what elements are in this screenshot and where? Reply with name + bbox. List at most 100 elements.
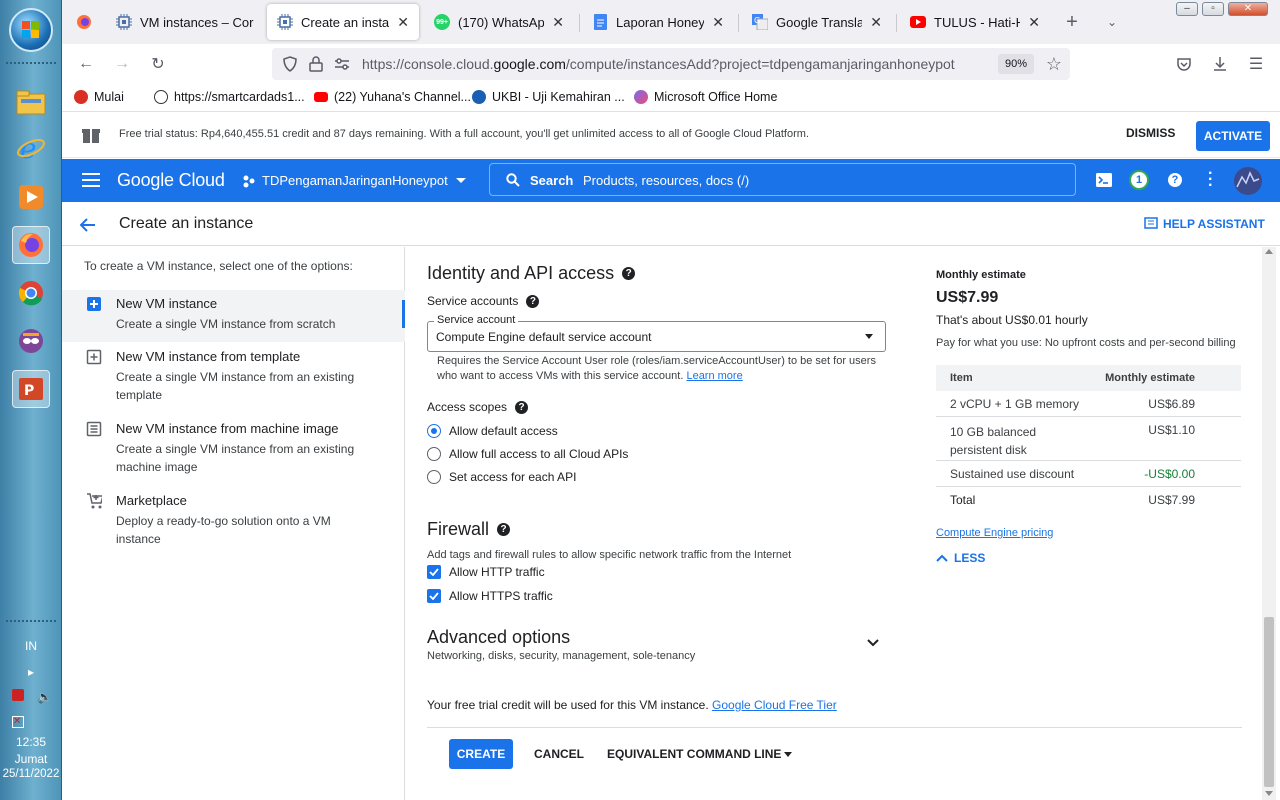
page-scrollbar[interactable] xyxy=(1262,247,1276,800)
learn-more-link[interactable]: Learn more xyxy=(686,370,742,382)
help-icon[interactable]: ? xyxy=(622,267,636,280)
tab-laporan-honeypot[interactable]: Laporan Honeypot ✕ xyxy=(582,4,734,40)
close-tab-icon[interactable]: ✕ xyxy=(1028,14,1040,31)
option-new-vm-instance[interactable]: New VM instance Create a single VM insta… xyxy=(62,290,405,342)
globe-icon xyxy=(154,90,168,104)
help-icon[interactable]: ? xyxy=(497,523,511,536)
advanced-options-title[interactable]: Advanced options xyxy=(427,627,570,648)
language-indicator[interactable]: IN xyxy=(0,639,62,653)
minimize-window-button[interactable]: – xyxy=(1176,2,1198,16)
new-tab-icon[interactable]: + xyxy=(1062,11,1082,33)
help-icon[interactable]: ? xyxy=(515,400,529,414)
radio-button[interactable] xyxy=(427,424,441,438)
zoom-level[interactable]: 90% xyxy=(998,54,1034,74)
column-header: Monthly estimate xyxy=(1105,372,1195,384)
action-center-tray-icon[interactable]: ✕ xyxy=(12,716,24,728)
tray-expand-icon[interactable]: ▸ xyxy=(0,665,62,679)
help-assistant-button[interactable]: HELP ASSISTANT xyxy=(1144,217,1265,231)
allow-http-checkbox[interactable]: Allow HTTP traffic xyxy=(427,565,545,579)
tor-browser-taskbar-icon[interactable] xyxy=(12,322,50,360)
firefox-taskbar-icon[interactable] xyxy=(12,226,50,264)
option-new-vm-from-machine-image[interactable]: New VM instance from machine image Creat… xyxy=(62,415,405,487)
close-tab-icon[interactable]: ✕ xyxy=(870,14,882,31)
avatar[interactable] xyxy=(1234,167,1262,195)
back-arrow-icon[interactable] xyxy=(79,216,96,237)
scope-each-api-radio[interactable]: Set access for each API xyxy=(427,470,576,484)
activate-button[interactable]: ACTIVATE xyxy=(1196,121,1270,151)
firefox-view-button[interactable] xyxy=(66,4,102,40)
close-window-button[interactable]: ✕ xyxy=(1228,2,1268,16)
advanced-options-description: Networking, disks, security, management,… xyxy=(427,650,696,662)
less-toggle[interactable]: LESS xyxy=(936,551,985,565)
hamburger-menu-icon[interactable] xyxy=(82,173,100,190)
bookmark-mulai[interactable]: Mulai xyxy=(74,90,124,104)
dropdown-arrow-icon[interactable] xyxy=(784,752,792,757)
equivalent-command-line-button[interactable]: EQUIVALENT COMMAND LINE xyxy=(607,747,781,761)
compute-engine-pricing-link[interactable]: Compute Engine pricing xyxy=(936,527,1053,539)
maximize-window-button[interactable]: ▫ xyxy=(1202,2,1224,16)
scope-full-radio[interactable]: Allow full access to all Cloud APIs xyxy=(427,447,628,461)
create-button[interactable]: CREATE xyxy=(449,739,513,769)
scroll-down-icon[interactable] xyxy=(1265,791,1273,796)
option-new-vm-from-template[interactable]: New VM instance from template Create a s… xyxy=(62,343,405,415)
bookmark-smartcardads[interactable]: https://smartcardads1... xyxy=(154,90,305,104)
tab-create-instance[interactable]: Create an instance ✕ xyxy=(267,4,419,40)
shield-icon[interactable] xyxy=(280,54,300,74)
service-account-select[interactable]: Service account Compute Engine default s… xyxy=(427,314,886,352)
pocket-icon[interactable] xyxy=(1174,54,1194,74)
dismiss-button[interactable]: DISMISS xyxy=(1126,126,1175,140)
tab-whatsapp[interactable]: 99+ (170) WhatsApp ✕ xyxy=(424,4,574,40)
project-picker[interactable]: TDPengamanJaringanHoneypot xyxy=(242,173,466,188)
forward-icon[interactable]: → xyxy=(112,54,132,74)
tab-vm-instances[interactable]: VM instances – Cor xyxy=(106,4,266,40)
help-icon[interactable]: ? xyxy=(526,294,540,308)
allow-https-checkbox[interactable]: Allow HTTPS traffic xyxy=(427,589,553,603)
close-tab-icon[interactable]: ✕ xyxy=(397,14,409,31)
close-tab-icon[interactable]: ✕ xyxy=(712,14,724,31)
bookmark-microsoft-office[interactable]: Microsoft Office Home xyxy=(634,90,777,104)
volume-tray-icon[interactable]: 🔈 xyxy=(37,690,52,704)
url-text[interactable]: https://console.cloud.google.com/compute… xyxy=(362,56,955,72)
help-icon[interactable]: ? xyxy=(1168,173,1182,187)
clock-time[interactable]: 12:35 xyxy=(0,735,62,749)
bookmark-star-icon[interactable]: ☆ xyxy=(1044,54,1064,74)
chrome-taskbar-icon[interactable] xyxy=(12,274,50,312)
chevron-down-icon[interactable] xyxy=(866,637,880,651)
bookmark-ukbi[interactable]: UKBI - Uji Kemahiran ... xyxy=(472,90,625,104)
permissions-icon[interactable] xyxy=(332,54,352,74)
network-tray-icon[interactable] xyxy=(12,689,24,701)
internet-explorer-taskbar-icon[interactable]: e xyxy=(12,128,50,166)
scroll-up-icon[interactable] xyxy=(1265,249,1273,254)
scrollbar-thumb[interactable] xyxy=(1264,617,1274,787)
back-icon[interactable]: ← xyxy=(76,54,96,74)
option-title: Marketplace xyxy=(116,493,187,508)
notifications-badge[interactable]: 1 xyxy=(1129,170,1149,190)
cancel-button[interactable]: CANCEL xyxy=(534,747,584,761)
checkbox-checked-icon[interactable] xyxy=(427,589,441,603)
list-tabs-icon[interactable]: ⌄ xyxy=(1102,12,1122,32)
url-bar[interactable]: https://console.cloud.google.com/compute… xyxy=(272,48,1070,80)
menu-icon[interactable]: ☰ xyxy=(1246,54,1266,74)
option-marketplace[interactable]: Marketplace Deploy a ready-to-go solutio… xyxy=(62,487,405,546)
tab-tulus[interactable]: TULUS - Hati-Hati ✕ xyxy=(900,4,1050,40)
media-player-taskbar-icon[interactable] xyxy=(12,178,50,216)
cloud-shell-icon[interactable] xyxy=(1096,173,1112,190)
radio-button[interactable] xyxy=(427,470,441,484)
bookmark-yuhanas-channel[interactable]: (22) Yuhana's Channel... xyxy=(314,90,471,104)
checkbox-checked-icon[interactable] xyxy=(427,565,441,579)
scope-default-radio[interactable]: Allow default access xyxy=(427,424,558,438)
free-tier-link[interactable]: Google Cloud Free Tier xyxy=(712,698,837,712)
tab-google-translate[interactable]: G Google Translate ✕ xyxy=(742,4,892,40)
windows-start-button[interactable] xyxy=(9,8,53,52)
lock-icon[interactable] xyxy=(306,54,326,74)
search-box[interactable]: Search Products, resources, docs (/) xyxy=(489,163,1076,196)
file-explorer-taskbar-icon[interactable] xyxy=(12,84,50,122)
powerpoint-taskbar-icon[interactable]: P xyxy=(12,370,50,408)
downloads-icon[interactable] xyxy=(1210,54,1230,74)
section-heading: Identity and API access xyxy=(427,263,615,283)
radio-button[interactable] xyxy=(427,447,441,461)
more-options-icon[interactable]: · · · xyxy=(1208,166,1213,194)
reload-icon[interactable]: ↻ xyxy=(148,54,168,74)
close-tab-icon[interactable]: ✕ xyxy=(552,14,564,31)
google-cloud-logo[interactable]: Google Cloud xyxy=(117,170,225,191)
